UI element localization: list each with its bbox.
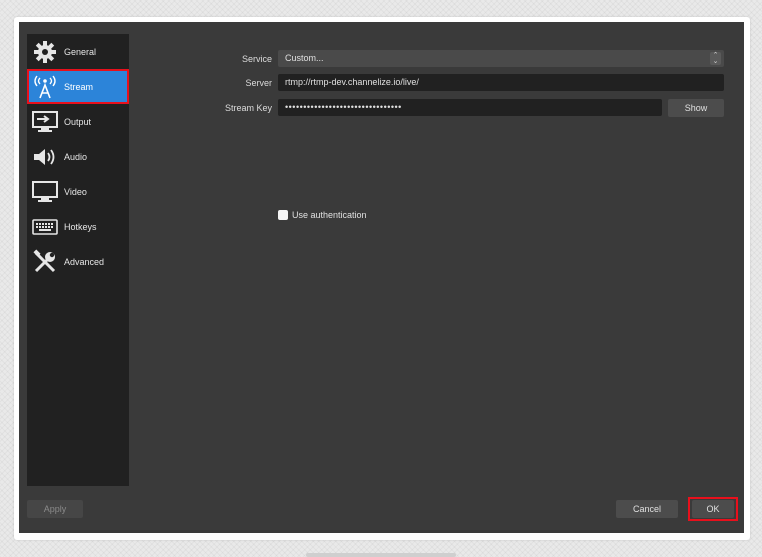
sidebar-item-advanced[interactable]: Advanced <box>27 244 129 279</box>
sidebar-item-general[interactable]: General <box>27 34 129 69</box>
sidebar-item-label: Output <box>64 116 92 127</box>
use-authentication-checkbox[interactable]: Use authentication <box>278 210 367 220</box>
tools-icon <box>32 248 58 275</box>
scrollbar[interactable] <box>306 553 456 557</box>
output-icon <box>32 109 58 135</box>
sidebar-item-label: Audio <box>64 151 88 162</box>
speaker-icon <box>32 144 58 170</box>
sidebar-item-label: Advanced <box>64 256 105 267</box>
keyboard-icon <box>32 214 58 240</box>
sidebar-item-stream[interactable]: Stream <box>27 69 129 104</box>
sidebar: General Stream Output Audio Video Hotkey… <box>27 34 129 486</box>
chevron-updown-icon: ⌃ ⌄ <box>710 52 721 65</box>
cancel-button[interactable]: Cancel <box>616 500 678 518</box>
server-input[interactable]: rtmp://rtmp-dev.channelize.io/live/ <box>278 74 724 91</box>
use-authentication-label: Use authentication <box>292 210 367 220</box>
service-value: Custom... <box>285 53 324 63</box>
sidebar-item-output[interactable]: Output <box>27 104 129 139</box>
service-select[interactable]: Custom... ⌃ ⌄ <box>278 50 724 67</box>
sidebar-item-audio[interactable]: Audio <box>27 139 129 174</box>
checkbox-box[interactable] <box>278 210 288 220</box>
gear-icon <box>32 39 58 65</box>
ok-button[interactable]: OK <box>692 500 734 518</box>
stream-key-input[interactable]: •••••••••••••••••••••••••••••••• <box>278 99 662 116</box>
monitor-icon <box>32 179 58 205</box>
sidebar-item-label: Hotkeys <box>64 221 97 232</box>
show-key-button[interactable]: Show <box>668 99 724 117</box>
antenna-icon <box>32 74 58 100</box>
apply-button[interactable]: Apply <box>27 500 83 518</box>
sidebar-item-label: General <box>64 46 97 57</box>
server-label: Server <box>245 78 272 88</box>
sidebar-item-label: Stream <box>64 81 94 92</box>
settings-window: General Stream Output Audio Video Hotkey… <box>19 22 744 533</box>
service-label: Service <box>241 54 272 64</box>
stream-key-label: Stream Key <box>224 103 272 113</box>
sidebar-item-label: Video <box>64 186 87 197</box>
sidebar-item-video[interactable]: Video <box>27 174 129 209</box>
sidebar-item-hotkeys[interactable]: Hotkeys <box>27 209 129 244</box>
